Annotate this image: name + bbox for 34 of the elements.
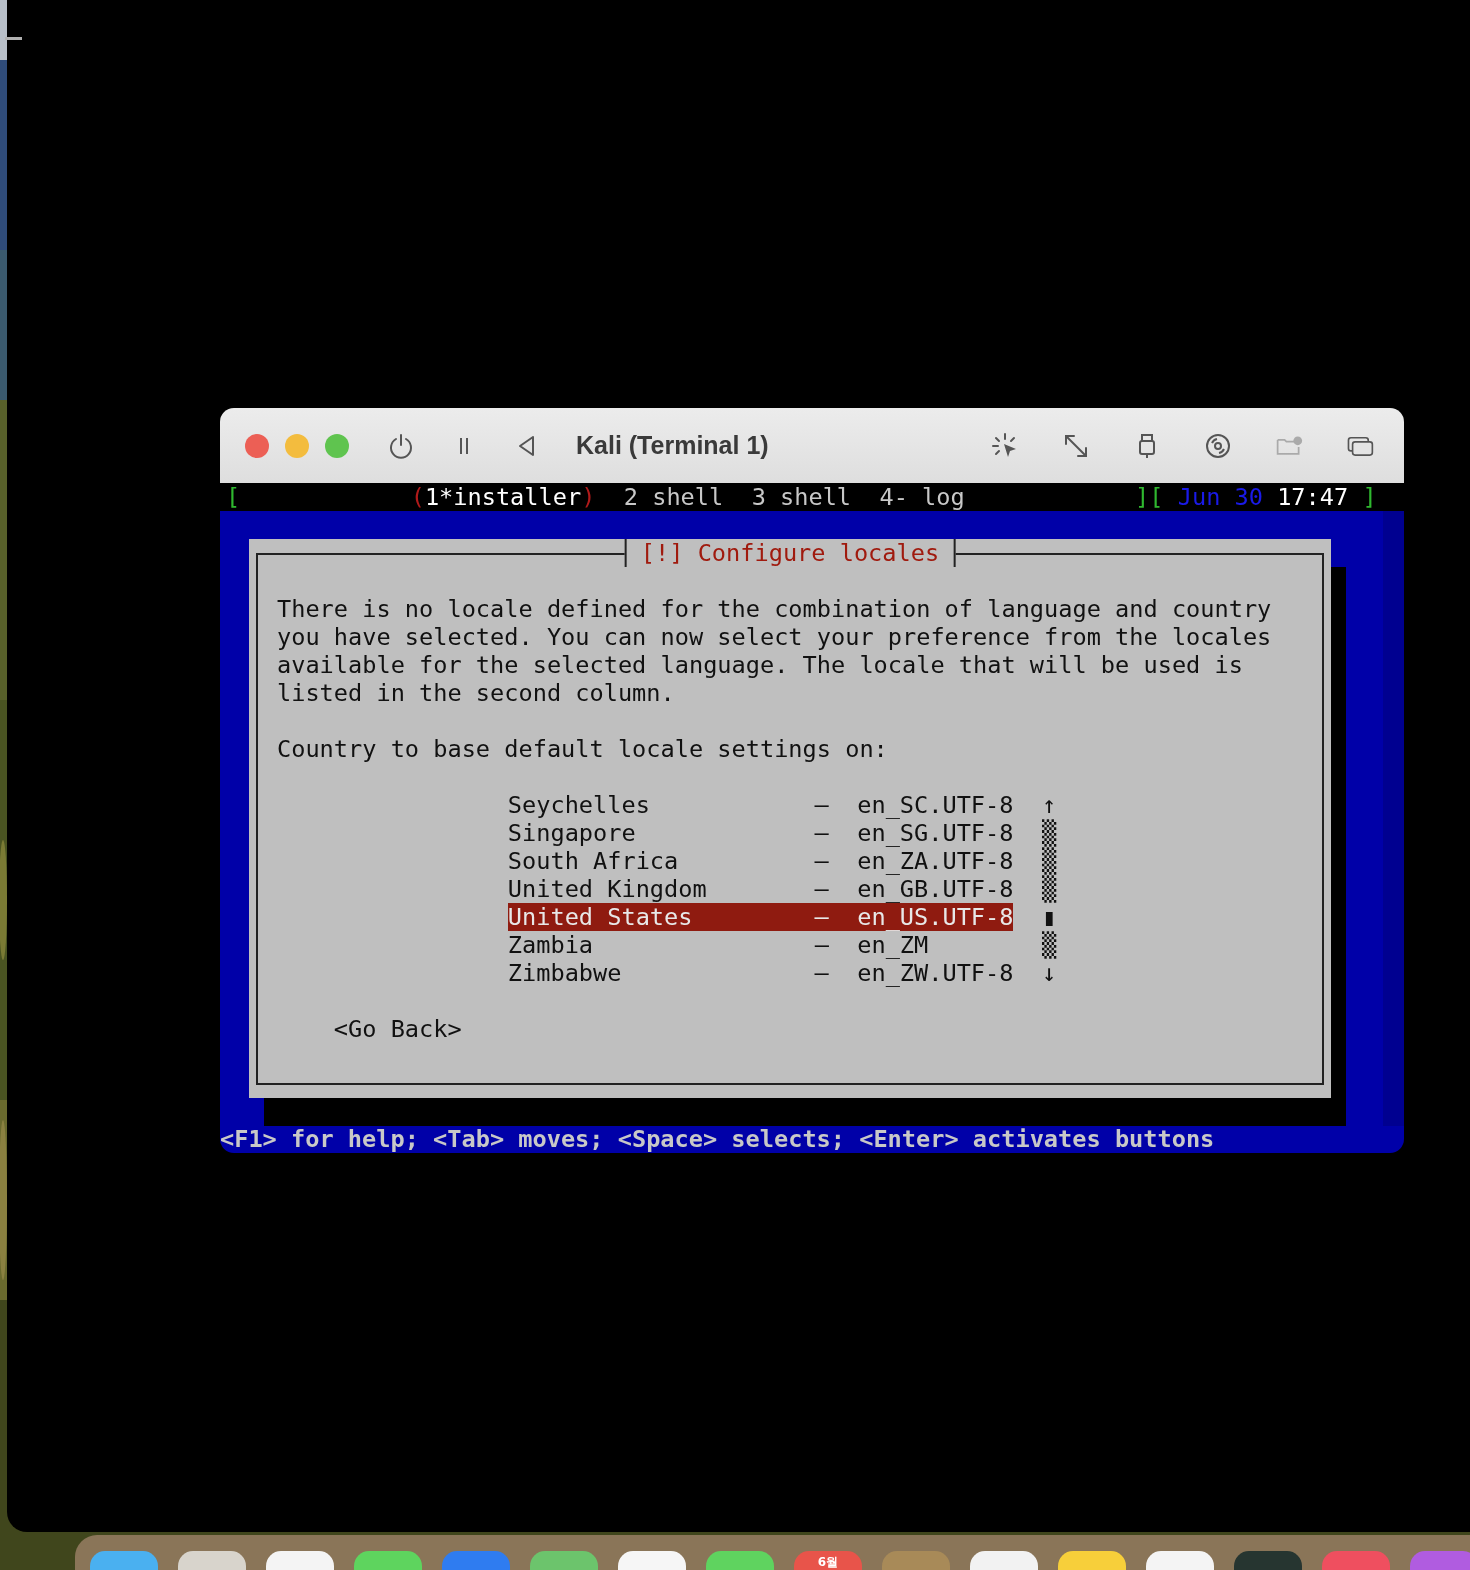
locale-option[interactable]: Seychelles – en_SC.UTF-8 (507, 791, 1014, 819)
bracket: [ (226, 483, 241, 511)
tmux-window-tab[interactable]: 4- log (879, 483, 965, 511)
dialog-description: There is no locale defined for the combination of language and country you have selected. You can now select your preference from the locales available for the selected language. The locale that will be used is listed in the second column. (277, 595, 1273, 707)
edge-marker (5, 37, 22, 40)
close-button[interactable] (245, 433, 269, 458)
locale-option[interactable]: Zambia – en_ZM (507, 931, 1014, 959)
dock-app-icon[interactable]: 6월 (794, 1551, 862, 1570)
scrollbar-mark: ▮ (1041, 903, 1057, 931)
scrollbar-mark: ▒ (1041, 931, 1057, 959)
locale-option[interactable]: Zimbabwe – en_ZW.UTF-8 (507, 959, 1014, 987)
go-back-button[interactable]: <Go Back> (333, 1015, 462, 1043)
bracket: ][ (1135, 483, 1164, 511)
locale-option[interactable]: South Africa – en_ZA.UTF-8 (507, 847, 1014, 875)
disc-icon[interactable] (1204, 431, 1232, 460)
status-date: Jun 30 (1177, 483, 1263, 511)
scrollbar-mark: ↓ (1041, 959, 1057, 987)
locale-option[interactable]: United Kingdom – en_GB.UTF-8 (507, 875, 1014, 903)
status-time: 17:47 (1277, 483, 1349, 511)
dialog-title: [!] Configure locales (624, 539, 956, 567)
scrollbar-mark: ▒ (1041, 847, 1057, 875)
dialog-prompt: Country to base default locale settings on: (277, 735, 889, 763)
power-icon[interactable] (387, 431, 415, 460)
locale-option[interactable]: United States – en_US.UTF-8 (507, 903, 1014, 931)
locale-option[interactable]: Singapore – en_SG.UTF-8 (507, 819, 1014, 847)
tmux-window-tab[interactable]: 3 shell (751, 483, 852, 511)
tmux-window-tab[interactable]: 2 shell (623, 483, 724, 511)
scrollbar-mark: ▒ (1041, 819, 1057, 847)
bracket: ] (1362, 483, 1377, 511)
scrollbar-mark: ↑ (1041, 791, 1057, 819)
scrollbar-mark: ▒ (1041, 875, 1057, 903)
tmux-window-tab[interactable]: (1*installer) (410, 483, 596, 511)
window-title: Kali (Terminal 1) (576, 431, 769, 460)
zoom-button[interactable] (325, 433, 349, 458)
